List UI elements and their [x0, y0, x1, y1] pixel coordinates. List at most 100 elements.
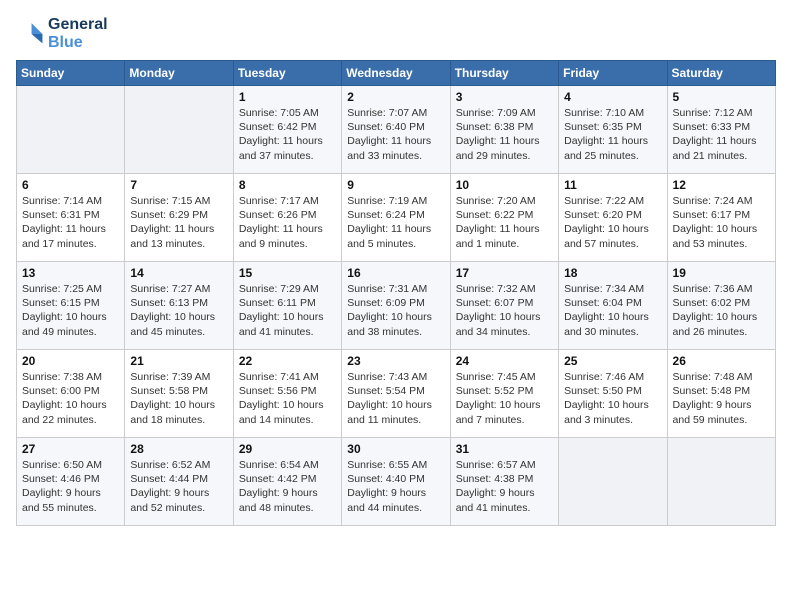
day-number: 26 — [673, 354, 770, 368]
day-number: 18 — [564, 266, 661, 280]
day-number: 20 — [22, 354, 119, 368]
day-number: 19 — [673, 266, 770, 280]
day-info: Sunrise: 6:52 AM Sunset: 4:44 PM Dayligh… — [130, 458, 227, 515]
calendar-header: SundayMondayTuesdayWednesdayThursdayFrid… — [17, 61, 776, 86]
day-info: Sunrise: 7:15 AM Sunset: 6:29 PM Dayligh… — [130, 194, 227, 251]
day-info: Sunrise: 7:48 AM Sunset: 5:48 PM Dayligh… — [673, 370, 770, 427]
calendar-cell: 1 Sunrise: 7:05 AM Sunset: 6:42 PM Daylig… — [233, 86, 341, 174]
day-info: Sunrise: 7:32 AM Sunset: 6:07 PM Dayligh… — [456, 282, 553, 339]
day-number: 9 — [347, 178, 444, 192]
day-info: Sunrise: 7:09 AM Sunset: 6:38 PM Dayligh… — [456, 106, 553, 163]
day-info: Sunrise: 7:12 AM Sunset: 6:33 PM Dayligh… — [673, 106, 770, 163]
day-number: 24 — [456, 354, 553, 368]
day-info: Sunrise: 6:57 AM Sunset: 4:38 PM Dayligh… — [456, 458, 553, 515]
weekday-header: Wednesday — [342, 61, 450, 86]
calendar-cell: 15 Sunrise: 7:29 AM Sunset: 6:11 PM Dayli… — [233, 262, 341, 350]
calendar-cell: 26 Sunrise: 7:48 AM Sunset: 5:48 PM Dayli… — [667, 350, 775, 438]
calendar-cell: 10 Sunrise: 7:20 AM Sunset: 6:22 PM Dayli… — [450, 174, 558, 262]
day-number: 5 — [673, 90, 770, 104]
calendar-cell: 8 Sunrise: 7:17 AM Sunset: 6:26 PM Daylig… — [233, 174, 341, 262]
day-number: 2 — [347, 90, 444, 104]
day-info: Sunrise: 7:41 AM Sunset: 5:56 PM Dayligh… — [239, 370, 336, 427]
day-number: 11 — [564, 178, 661, 192]
calendar-table: SundayMondayTuesdayWednesdayThursdayFrid… — [16, 60, 776, 526]
page-header: General Blue — [16, 16, 776, 52]
day-info: Sunrise: 7:05 AM Sunset: 6:42 PM Dayligh… — [239, 106, 336, 163]
logo: General Blue — [16, 16, 108, 52]
day-info: Sunrise: 7:36 AM Sunset: 6:02 PM Dayligh… — [673, 282, 770, 339]
day-number: 8 — [239, 178, 336, 192]
calendar-cell: 28 Sunrise: 6:52 AM Sunset: 4:44 PM Dayli… — [125, 438, 233, 526]
day-number: 29 — [239, 442, 336, 456]
logo-icon — [16, 20, 44, 48]
day-number: 4 — [564, 90, 661, 104]
weekday-header: Thursday — [450, 61, 558, 86]
calendar-cell — [125, 86, 233, 174]
day-number: 12 — [673, 178, 770, 192]
calendar-cell: 29 Sunrise: 6:54 AM Sunset: 4:42 PM Dayli… — [233, 438, 341, 526]
day-info: Sunrise: 7:25 AM Sunset: 6:15 PM Dayligh… — [22, 282, 119, 339]
calendar-cell — [559, 438, 667, 526]
day-number: 27 — [22, 442, 119, 456]
calendar-cell: 14Sunrise: 7:27 AM Sunset: 6:13 PM Dayli… — [125, 262, 233, 350]
calendar-cell: 27Sunrise: 6:50 AM Sunset: 4:46 PM Dayli… — [17, 438, 125, 526]
calendar-cell: 4 Sunrise: 7:10 AM Sunset: 6:35 PM Daylig… — [559, 86, 667, 174]
day-info: Sunrise: 6:54 AM Sunset: 4:42 PM Dayligh… — [239, 458, 336, 515]
calendar-cell: 2 Sunrise: 7:07 AM Sunset: 6:40 PM Daylig… — [342, 86, 450, 174]
day-number: 30 — [347, 442, 444, 456]
calendar-cell: 6 Sunrise: 7:14 AM Sunset: 6:31 PM Daylig… — [17, 174, 125, 262]
calendar-cell: 7 Sunrise: 7:15 AM Sunset: 6:29 PM Daylig… — [125, 174, 233, 262]
day-number: 17 — [456, 266, 553, 280]
day-info: Sunrise: 7:45 AM Sunset: 5:52 PM Dayligh… — [456, 370, 553, 427]
day-info: Sunrise: 7:27 AM Sunset: 6:13 PM Dayligh… — [130, 282, 227, 339]
calendar-cell: 19 Sunrise: 7:36 AM Sunset: 6:02 PM Dayli… — [667, 262, 775, 350]
calendar-cell: 30 Sunrise: 6:55 AM Sunset: 4:40 PM Dayli… — [342, 438, 450, 526]
calendar-cell: 11 Sunrise: 7:22 AM Sunset: 6:20 PM Dayli… — [559, 174, 667, 262]
day-info: Sunrise: 7:14 AM Sunset: 6:31 PM Dayligh… — [22, 194, 119, 251]
day-number: 3 — [456, 90, 553, 104]
calendar-cell: 22 Sunrise: 7:41 AM Sunset: 5:56 PM Dayli… — [233, 350, 341, 438]
day-info: Sunrise: 7:29 AM Sunset: 6:11 PM Dayligh… — [239, 282, 336, 339]
calendar-cell: 18 Sunrise: 7:34 AM Sunset: 6:04 PM Dayli… — [559, 262, 667, 350]
calendar-cell: 20 Sunrise: 7:38 AM Sunset: 6:00 PM Dayli… — [17, 350, 125, 438]
calendar-cell: 24 Sunrise: 7:45 AM Sunset: 5:52 PM Dayli… — [450, 350, 558, 438]
day-info: Sunrise: 7:10 AM Sunset: 6:35 PM Dayligh… — [564, 106, 661, 163]
weekday-header: Monday — [125, 61, 233, 86]
day-info: Sunrise: 6:55 AM Sunset: 4:40 PM Dayligh… — [347, 458, 444, 515]
calendar-cell: 5 Sunrise: 7:12 AM Sunset: 6:33 PM Daylig… — [667, 86, 775, 174]
calendar-cell: 23 Sunrise: 7:43 AM Sunset: 5:54 PM Dayli… — [342, 350, 450, 438]
day-number: 10 — [456, 178, 553, 192]
day-number: 28 — [130, 442, 227, 456]
day-number: 7 — [130, 178, 227, 192]
day-number: 15 — [239, 266, 336, 280]
calendar-cell: 25Sunrise: 7:46 AM Sunset: 5:50 PM Dayli… — [559, 350, 667, 438]
day-info: Sunrise: 7:24 AM Sunset: 6:17 PM Dayligh… — [673, 194, 770, 251]
day-number: 23 — [347, 354, 444, 368]
day-number: 13 — [22, 266, 119, 280]
day-info: Sunrise: 7:38 AM Sunset: 6:00 PM Dayligh… — [22, 370, 119, 427]
day-info: Sunrise: 7:39 AM Sunset: 5:58 PM Dayligh… — [130, 370, 227, 427]
day-number: 6 — [22, 178, 119, 192]
weekday-header: Tuesday — [233, 61, 341, 86]
day-info: Sunrise: 7:19 AM Sunset: 6:24 PM Dayligh… — [347, 194, 444, 251]
day-info: Sunrise: 7:07 AM Sunset: 6:40 PM Dayligh… — [347, 106, 444, 163]
weekday-header: Friday — [559, 61, 667, 86]
calendar-cell: 16Sunrise: 7:31 AM Sunset: 6:09 PM Dayli… — [342, 262, 450, 350]
calendar-cell — [667, 438, 775, 526]
day-info: Sunrise: 7:34 AM Sunset: 6:04 PM Dayligh… — [564, 282, 661, 339]
weekday-header: Sunday — [17, 61, 125, 86]
day-info: Sunrise: 7:20 AM Sunset: 6:22 PM Dayligh… — [456, 194, 553, 251]
weekday-header: Saturday — [667, 61, 775, 86]
calendar-cell: 17 Sunrise: 7:32 AM Sunset: 6:07 PM Dayli… — [450, 262, 558, 350]
day-info: Sunrise: 7:17 AM Sunset: 6:26 PM Dayligh… — [239, 194, 336, 251]
day-number: 22 — [239, 354, 336, 368]
logo-text: General Blue — [48, 16, 108, 52]
day-number: 1 — [239, 90, 336, 104]
calendar-cell: 21Sunrise: 7:39 AM Sunset: 5:58 PM Dayli… — [125, 350, 233, 438]
day-number: 31 — [456, 442, 553, 456]
day-info: Sunrise: 7:31 AM Sunset: 6:09 PM Dayligh… — [347, 282, 444, 339]
day-info: Sunrise: 7:43 AM Sunset: 5:54 PM Dayligh… — [347, 370, 444, 427]
day-info: Sunrise: 7:46 AM Sunset: 5:50 PM Dayligh… — [564, 370, 661, 427]
calendar-cell: 13 Sunrise: 7:25 AM Sunset: 6:15 PM Dayli… — [17, 262, 125, 350]
day-info: Sunrise: 7:22 AM Sunset: 6:20 PM Dayligh… — [564, 194, 661, 251]
